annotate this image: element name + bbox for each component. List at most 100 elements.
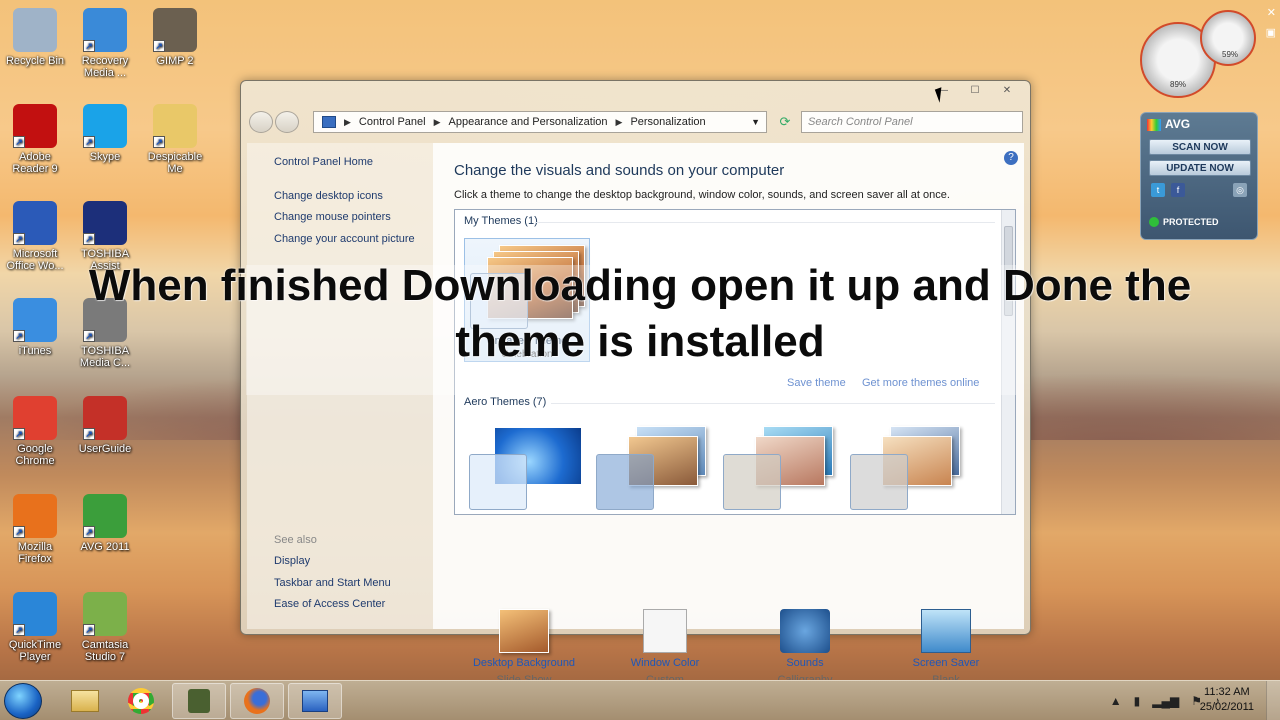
desktop-icon-quicktime[interactable]: ↗ QuickTime Player [0, 592, 70, 663]
back-button[interactable] [249, 111, 273, 133]
shortcut-arrow-icon: ↗ [13, 136, 25, 148]
battery-icon[interactable]: ▮ [1134, 694, 1141, 708]
control-panel-icon [302, 690, 328, 712]
taskbar-firefox[interactable] [230, 683, 284, 719]
facebook-icon[interactable]: f [1171, 183, 1185, 197]
refresh-icon[interactable]: ⟳ [773, 111, 797, 133]
clock-time: 11:32 AM [1204, 686, 1250, 698]
shortcut-arrow-icon: ↗ [153, 40, 165, 52]
setting-screen-saver[interactable]: Screen SaverBlank [881, 609, 1011, 686]
desktop-icon-label: Adobe Reader 9 [12, 151, 58, 175]
show-desktop-button[interactable] [1266, 681, 1280, 720]
desktop-icon-label: Recovery Media ... [81, 55, 129, 79]
setting-sounds[interactable]: SoundsCalligraphy [740, 609, 870, 686]
aero-theme-characters[interactable] [721, 424, 839, 510]
help-icon[interactable]: ? [1004, 151, 1018, 165]
recycle-bin-icon [13, 8, 57, 52]
breadcrumb-control-panel[interactable]: Control Panel [359, 116, 426, 128]
desktop-icon-firefox[interactable]: ↗ Mozilla Firefox [0, 494, 70, 565]
memory-meter-gadget[interactable]: 59% [1200, 10, 1256, 66]
setting-label[interactable]: Window Color [600, 657, 730, 669]
desktop-icon-camtasia[interactable]: ↗ Camtasia Studio 7 [70, 592, 140, 663]
sidebar-change-account-picture[interactable]: Change your account picture [274, 233, 415, 245]
desktop-icon-label: UserGuide [78, 443, 132, 455]
camtasia-recorder-icon [188, 689, 210, 713]
screen-saver-icon [921, 609, 971, 653]
desktop-icon-adobe-reader[interactable]: ↗ Adobe Reader 9 [0, 104, 70, 175]
theme-color-swatch [469, 454, 527, 510]
desktop-icon-label: Mozilla Firefox [17, 541, 53, 565]
sidebar-control-panel-home[interactable]: Control Panel Home [274, 156, 373, 168]
taskbar: ▲ ▮ ▂▄▆ ⚑ ♪ 11:32 AM 25/02/2011 [0, 680, 1280, 720]
desktop-icon-label: Skype [89, 151, 121, 163]
avg-update-now-button[interactable]: UPDATE NOW [1149, 160, 1251, 176]
taskbar-control-panel[interactable] [288, 683, 342, 719]
start-button[interactable] [4, 683, 42, 719]
avg-status: PROTECTED [1163, 217, 1219, 227]
shortcut-arrow-icon: ↗ [83, 526, 95, 538]
cpu-percent: 89% [1170, 80, 1187, 89]
taskbar-chrome[interactable] [114, 683, 168, 719]
desktop-icon-folder[interactable]: ↗ Despicable Me [140, 104, 210, 175]
search-input[interactable]: Search Control Panel [801, 111, 1023, 133]
desktop-icon-skype[interactable]: ↗ Skype [70, 104, 140, 163]
folder-icon: ↗ [153, 104, 197, 148]
show-hidden-icons-icon[interactable]: ▲ [1110, 694, 1122, 708]
shortcut-arrow-icon: ↗ [83, 40, 95, 52]
close-button[interactable]: ✕ [992, 83, 1022, 99]
avg-scan-now-button[interactable]: SCAN NOW [1149, 139, 1251, 155]
taskbar-explorer[interactable] [58, 683, 112, 719]
word-icon: ↗ [13, 201, 57, 245]
network-signal-icon[interactable]: ▂▄▆ [1152, 694, 1179, 708]
address-bar[interactable]: ▶ Control Panel ▶ Appearance and Persona… [313, 111, 767, 133]
gadget-close-icon[interactable]: ✕ [1267, 6, 1276, 19]
desktop-icon-label: GIMP 2 [156, 55, 194, 67]
setting-label[interactable]: Desktop Background [459, 657, 589, 669]
page-subtitle: Click a theme to change the desktop back… [454, 189, 950, 201]
desktop-icon-avg[interactable]: ↗ AVG 2011 [70, 494, 140, 553]
setting-label[interactable]: Screen Saver [881, 657, 1011, 669]
desktop-icon-userguide[interactable]: ↗ UserGuide [70, 396, 140, 455]
avg-settings-icon[interactable]: ◎ [1233, 183, 1247, 197]
theme-color-swatch [596, 454, 654, 510]
gadget-settings-icon[interactable]: ▣ [1266, 26, 1276, 39]
clock[interactable]: 11:32 AM 25/02/2011 [1200, 685, 1254, 715]
taskbar-camtasia-recorder[interactable] [172, 683, 226, 719]
chrome-icon: ↗ [13, 396, 57, 440]
navigation-bar: ▶ Control Panel ▶ Appearance and Persona… [249, 109, 1023, 135]
desktop-icon-recovery-media[interactable]: ↗ Recovery Media ... [70, 8, 140, 79]
shortcut-arrow-icon: ↗ [83, 233, 95, 245]
maximize-button[interactable]: ☐ [960, 83, 990, 99]
userguide-icon: ↗ [83, 396, 127, 440]
sidebar-change-desktop-icons[interactable]: Change desktop icons [274, 190, 383, 202]
memory-percent: 59% [1222, 50, 1239, 59]
aero-theme-architecture[interactable] [594, 424, 712, 510]
setting-window-color[interactable]: Window ColorCustom [600, 609, 730, 686]
shortcut-arrow-icon: ↗ [13, 233, 25, 245]
forward-button[interactable] [275, 111, 299, 133]
page-title: Change the visuals and sounds on your co… [454, 162, 785, 179]
setting-label[interactable]: Sounds [740, 657, 870, 669]
setting-desktop-background[interactable]: Desktop BackgroundSlide Show [459, 609, 589, 686]
aero-theme-windows7[interactable] [467, 424, 585, 510]
desktop-icon-recycle-bin[interactable]: Recycle Bin [0, 8, 70, 67]
window-color-icon [643, 609, 687, 653]
sidebar-taskbar-start-menu[interactable]: Taskbar and Start Menu [274, 577, 391, 589]
sidebar-ease-of-access[interactable]: Ease of Access Center [274, 598, 385, 610]
breadcrumb-personalization[interactable]: Personalization [630, 116, 705, 128]
see-also-label: See also [274, 534, 317, 546]
aero-theme-landscapes[interactable] [848, 424, 966, 510]
sounds-icon [780, 609, 830, 653]
clock-date: 25/02/2011 [1199, 701, 1254, 713]
adobe-reader-icon: ↗ [13, 104, 57, 148]
desktop-icon-gimp[interactable]: ↗ GIMP 2 [140, 8, 210, 67]
desktop-icon-chrome[interactable]: ↗ Google Chrome [0, 396, 70, 467]
control-panel-icon [322, 116, 336, 128]
desktop-background-icon [499, 609, 549, 653]
sidebar-change-mouse-pointers[interactable]: Change mouse pointers [274, 211, 391, 223]
chevron-down-icon[interactable]: ▼ [751, 117, 760, 127]
breadcrumb-appearance[interactable]: Appearance and Personalization [449, 116, 608, 128]
twitter-icon[interactable]: t [1151, 183, 1165, 197]
sidebar-display[interactable]: Display [274, 555, 310, 567]
check-icon [1149, 217, 1159, 227]
